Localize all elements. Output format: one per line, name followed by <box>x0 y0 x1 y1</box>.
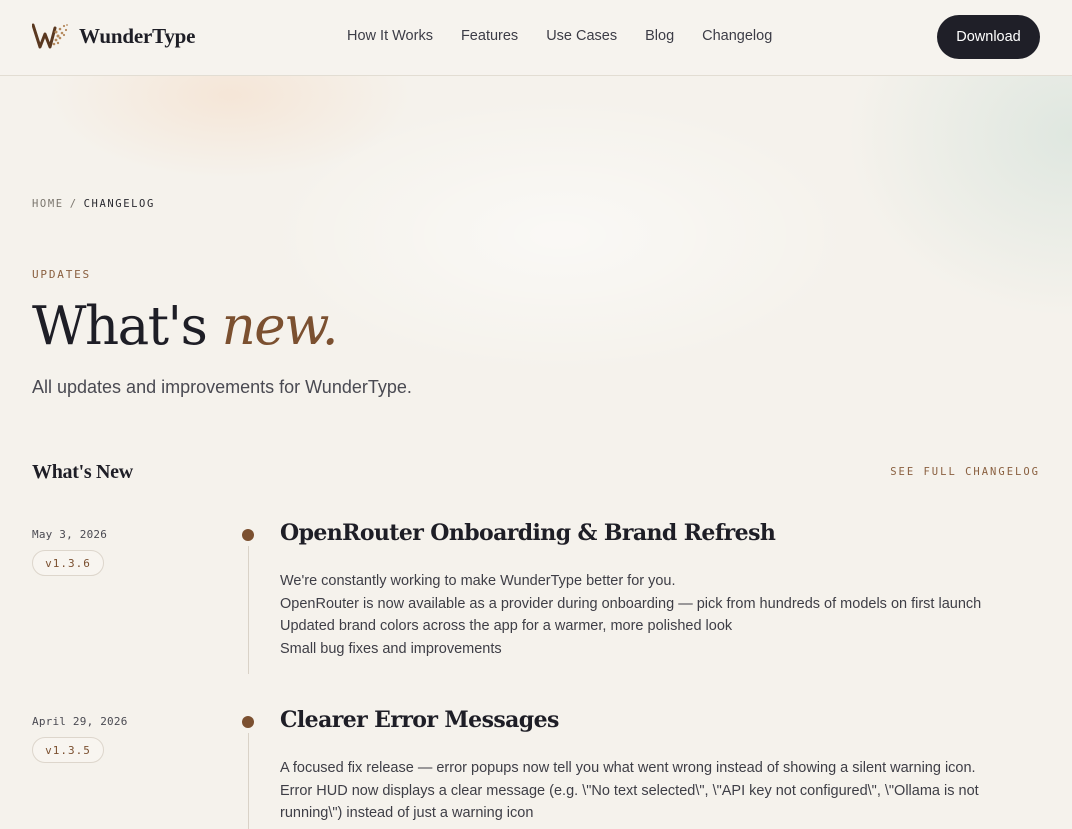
entry-title: OpenRouter Onboarding & Brand Refresh <box>280 520 776 546</box>
entry-items: A focused fix release — error popups now… <box>280 757 1020 825</box>
nav-link-changelog[interactable]: Changelog <box>702 28 772 44</box>
breadcrumb-separator: / <box>69 198 78 210</box>
timeline-dot <box>242 716 254 728</box>
top-navbar: WunderType How It Works Features Use Cas… <box>0 0 1072 76</box>
version-badge: v1.3.6 <box>32 550 104 576</box>
hero-eyebrow: UPDATES <box>32 268 91 281</box>
main-nav: How It Works Features Use Cases Blog Cha… <box>347 28 772 44</box>
section-title: What's New <box>32 461 133 483</box>
timeline-line <box>247 733 249 829</box>
breadcrumb-current: CHANGELOG <box>83 198 155 210</box>
entry-items: We're constantly working to make WunderT… <box>280 570 1020 661</box>
entry-item: We're constantly working to make WunderT… <box>280 573 676 589</box>
breadcrumb: HOME / CHANGELOG <box>32 198 155 210</box>
see-full-changelog-link[interactable]: SEE FULL CHANGELOG <box>890 466 1040 478</box>
download-button[interactable]: Download <box>937 15 1040 59</box>
page-title-accent: new. <box>221 296 339 357</box>
nav-link-blog[interactable]: Blog <box>645 28 674 44</box>
wundertype-logo-icon <box>32 23 68 49</box>
timeline-line <box>247 546 249 674</box>
brand-name: WunderType <box>79 23 196 48</box>
entry-item: OpenRouter is now available as a provide… <box>280 595 982 612</box>
entry-item: Small bug fixes and improvements <box>280 641 502 658</box>
entry-item: Updated brand colors across the app for … <box>280 618 733 635</box>
version-badge: v1.3.5 <box>32 737 104 763</box>
breadcrumb-home-link[interactable]: HOME <box>32 198 64 210</box>
entry-date: April 29, 2026 <box>32 715 128 728</box>
page-title-start: What's <box>32 296 208 357</box>
entry-item: Error HUD now displays a clear message (… <box>280 782 979 822</box>
page-subtitle: All updates and improvements for WunderT… <box>32 377 412 397</box>
page-title: What's new. <box>32 296 339 357</box>
nav-link-how-it-works[interactable]: How It Works <box>347 28 433 44</box>
entry-title: Clearer Error Messages <box>280 707 559 733</box>
timeline-dot <box>242 529 254 541</box>
nav-link-features[interactable]: Features <box>461 28 518 44</box>
nav-link-use-cases[interactable]: Use Cases <box>546 28 617 44</box>
entry-date: May 3, 2026 <box>32 528 108 541</box>
entry-item: A focused fix release — error popups now… <box>280 760 976 776</box>
brand-logo-link[interactable]: WunderType <box>32 22 195 50</box>
